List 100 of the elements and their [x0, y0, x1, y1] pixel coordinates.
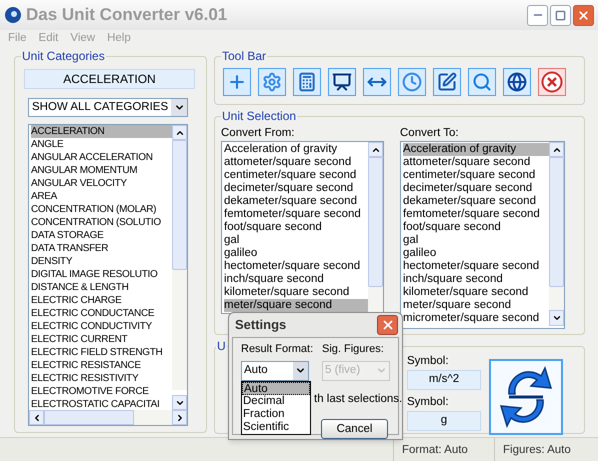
symbol-field: m/s^2: [407, 370, 481, 390]
status-text: Figures: Auto: [494, 438, 595, 461]
list-item[interactable]: DIGITAL IMAGE RESOLUTIO: [31, 268, 172, 281]
group-label: Tool Bar: [221, 48, 268, 65]
vertical-scrollbar[interactable]: [549, 142, 564, 310]
list-item[interactable]: foot/square second: [224, 221, 368, 234]
horizontal-scrollbar[interactable]: [29, 410, 187, 425]
maximize-icon: [555, 10, 566, 20]
list-item[interactable]: decimeter/square second: [224, 182, 368, 195]
maximize-button[interactable]: [550, 4, 571, 26]
list-item[interactable]: DENSITY: [31, 255, 172, 268]
current-category: ACCELERATION: [24, 69, 195, 89]
toolbar-button[interactable]: [363, 68, 391, 96]
symbol-field: g: [407, 411, 481, 431]
list-item[interactable]: ELECTRIC RESISTIVITY: [31, 372, 172, 385]
list-item[interactable]: DATA STORAGE: [31, 229, 172, 242]
list-item[interactable]: ELECTRIC FIELD STRENGTH: [31, 346, 172, 359]
list-item[interactable]: dekameter/square second: [403, 195, 549, 208]
toolbar-button[interactable]: [328, 68, 356, 96]
list-item[interactable]: hectometer/square second: [403, 260, 549, 273]
list-item[interactable]: CONCENTRATION (SOLUTIO: [31, 216, 172, 229]
group-label: Unit Categories: [21, 48, 106, 65]
scroll-down-icon: [552, 313, 562, 323]
clock-icon: [402, 72, 422, 92]
swap-units-button[interactable]: [489, 359, 563, 435]
close-icon: [577, 8, 590, 22]
list-item[interactable]: ELECTROSTATIC CAPACITAI: [31, 398, 172, 410]
close-button[interactable]: [573, 4, 594, 26]
list-item[interactable]: Acceleration of gravity: [403, 143, 549, 156]
chalkboard-icon: [332, 72, 352, 92]
list-item[interactable]: ELECTRIC RESISTANCE: [31, 359, 172, 372]
list-item[interactable]: DATA TRANSFER: [31, 242, 172, 255]
list-item[interactable]: inch/square second: [403, 273, 549, 286]
scroll-thumb[interactable]: [44, 410, 134, 425]
dialog-close-button[interactable]: [377, 315, 398, 335]
minimize-button[interactable]: [527, 4, 548, 26]
list-item[interactable]: foot/square second: [403, 221, 549, 234]
list-item[interactable]: ELECTRIC CONDUCTANCE: [31, 307, 172, 320]
scroll-thumb[interactable]: [368, 157, 383, 287]
field-label: Result Format:: [241, 342, 314, 357]
list-item[interactable]: ACCELERATION: [31, 125, 172, 138]
app-icon: [4, 6, 22, 24]
list-item[interactable]: ELECTRIC CONDUCTIVITY: [31, 320, 172, 333]
list-item[interactable]: galileo: [224, 247, 368, 260]
exit-button[interactable]: [538, 68, 566, 96]
field-label: Symbol:: [407, 355, 450, 368]
toolbar-button[interactable]: [503, 68, 531, 96]
category-filter-select[interactable]: SHOW ALL CATEGORIES: [28, 98, 188, 117]
settings-icon: [262, 72, 282, 92]
list-item[interactable]: DISTANCE & LENGTH: [31, 281, 172, 294]
scroll-thumb[interactable]: [172, 140, 187, 270]
list-item[interactable]: ANGULAR VELOCITY: [31, 177, 172, 190]
list-item[interactable]: attometer/square second: [403, 156, 549, 169]
list-item[interactable]: gal: [224, 234, 368, 247]
search-icon: [472, 72, 492, 92]
vertical-scrollbar[interactable]: [368, 142, 383, 313]
window-title: Das Unit Converter v6.01: [26, 4, 228, 26]
list-item[interactable]: CONCENTRATION (MOLAR): [31, 203, 172, 216]
plus-icon: [227, 72, 247, 92]
list-item[interactable]: decimeter/square second: [403, 182, 549, 195]
list-item[interactable]: centimeter/square second: [403, 169, 549, 182]
list-item[interactable]: meter/square second: [224, 299, 368, 312]
list-item[interactable]: Acceleration of gravity: [224, 143, 368, 156]
list-item[interactable]: ANGLE: [31, 138, 172, 151]
group-label: Unit Selection: [221, 108, 298, 125]
list-item[interactable]: hectometer/square second: [224, 260, 368, 273]
globe-icon: [507, 72, 527, 92]
list-item[interactable]: femtometer/square second: [403, 208, 549, 221]
list-item[interactable]: ELECTROMOTIVE FORCE: [31, 385, 172, 398]
pencil-note-icon: [437, 72, 457, 92]
list-item[interactable]: kilometer/square second: [403, 286, 549, 299]
calculator-icon: [297, 72, 317, 92]
list-item[interactable]: dekameter/square second: [224, 195, 368, 208]
list-item[interactable]: galileo: [403, 247, 549, 260]
list-item[interactable]: micrometer/square second: [403, 312, 549, 325]
close-icon: [380, 318, 394, 332]
dropdown-option[interactable]: Decimal: [242, 395, 310, 408]
list-item[interactable]: femtometer/square second: [224, 208, 368, 221]
scroll-thumb[interactable]: [549, 157, 564, 287]
cancel-button[interactable]: Cancel: [321, 419, 388, 440]
list-item[interactable]: centimeter/square second: [224, 169, 368, 182]
list-item[interactable]: kilometer/square second: [224, 286, 368, 299]
list-item[interactable]: ELECTRIC CHARGE: [31, 294, 172, 307]
list-item[interactable]: meter/square second: [403, 299, 549, 312]
dropdown-option[interactable]: Fraction: [242, 408, 310, 421]
vertical-scrollbar[interactable]: [172, 125, 187, 390]
toolbar-button[interactable]: [433, 68, 461, 96]
dropdown-option[interactable]: Scientific: [242, 421, 310, 434]
list-item[interactable]: AREA: [31, 190, 172, 203]
list-item[interactable]: inch/square second: [224, 273, 368, 286]
dropdown-option[interactable]: Auto: [242, 382, 310, 395]
list-item[interactable]: ANGULAR MOMENTUM: [31, 164, 172, 177]
list-item[interactable]: ANGULAR ACCELERATION: [31, 151, 172, 164]
toolbar-button[interactable]: [293, 68, 321, 96]
list-item[interactable]: ELECTRIC CURRENT: [31, 333, 172, 346]
list-item[interactable]: attometer/square second: [224, 156, 368, 169]
list-item[interactable]: gal: [403, 234, 549, 247]
note-text: th last selections.: [314, 392, 402, 404]
dialog-title: Settings: [235, 316, 286, 334]
result-format-select[interactable]: Auto: [241, 360, 309, 380]
